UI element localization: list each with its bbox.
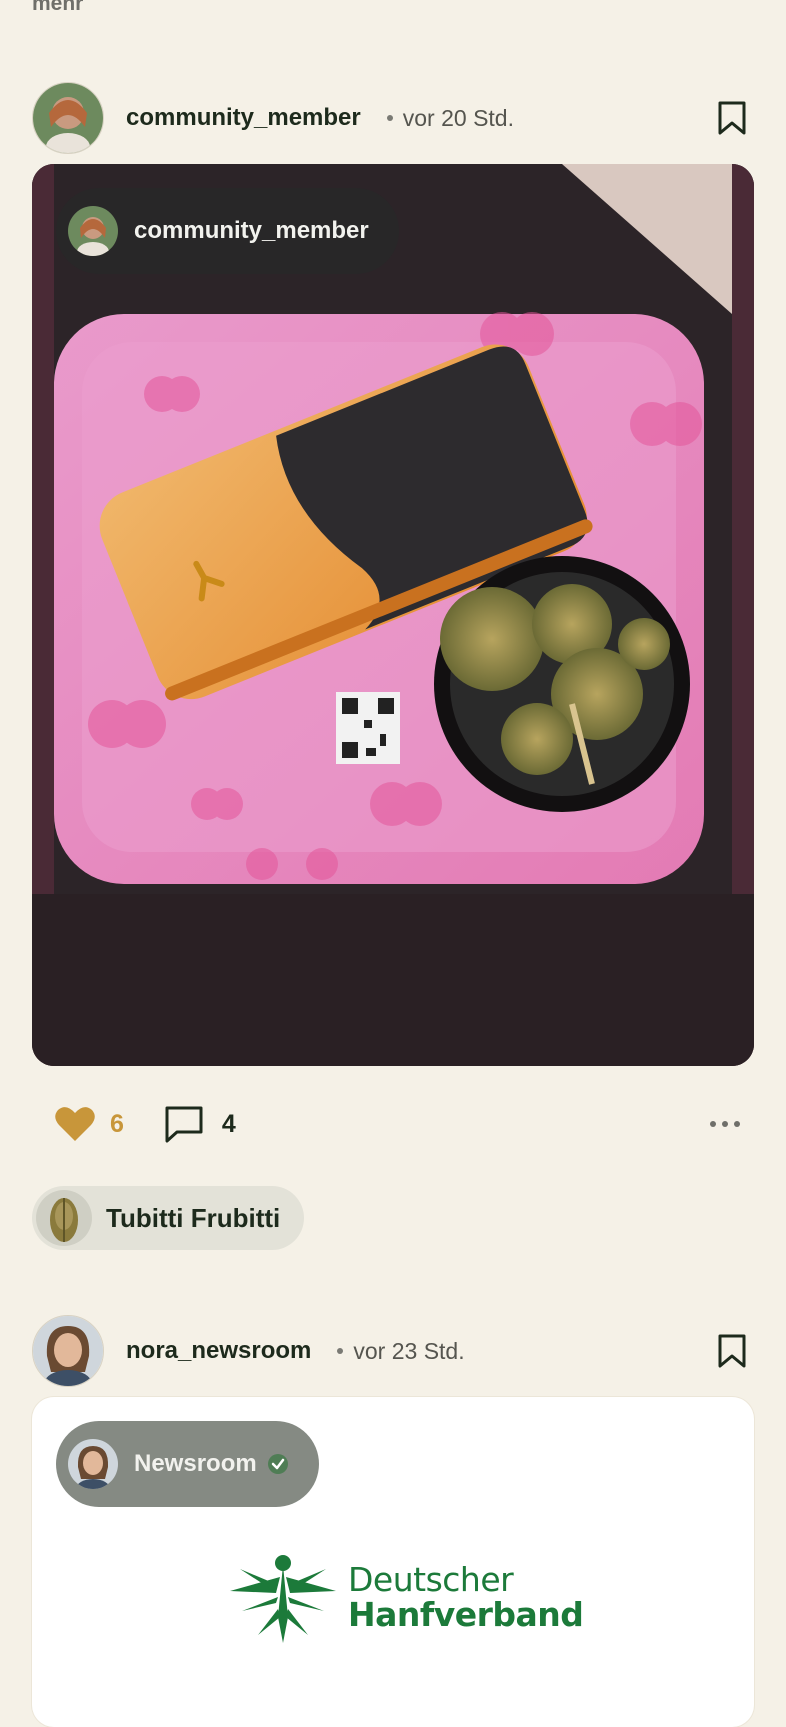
photo-illustration [32,164,754,1066]
dhv-logo: Deutscher Hanfverband [228,1547,584,1647]
bookmark-icon [718,101,746,135]
bookmark-button[interactable] [710,1329,754,1373]
post-username[interactable]: community_member [126,104,361,132]
heart-icon [55,1107,95,1141]
comment-count: 4 [221,1109,236,1138]
hemp-eagle-icon [230,1555,336,1643]
strain-name: Tubitti Frubitti [106,1202,281,1233]
bookmark-icon [718,1334,746,1368]
chip-username: community_member [134,217,369,244]
separator-dot [337,1348,344,1354]
strain-thumbnail [36,1190,92,1246]
strain-tag[interactable]: Tubitti Frubitti [32,1186,305,1250]
more-dots-icon [710,1121,740,1127]
post-header: nora_newsroom vor 23 Std. [32,1315,754,1387]
avatar[interactable] [32,82,104,154]
post-image[interactable]: Newsroom Deutscher Hanfverband [32,1397,754,1727]
logo-line-1: Deutscher [348,1560,514,1599]
avatar[interactable] [32,1315,104,1387]
separator-dot [386,115,393,121]
verified-check-icon [267,1454,288,1474]
author-chip[interactable]: Newsroom [56,1421,319,1507]
more-link[interactable]: mehr [32,0,83,16]
like-count: 6 [110,1109,124,1138]
like-button[interactable]: 6 [54,1105,124,1143]
post-image[interactable]: community_member [32,164,754,1066]
comment-button[interactable]: 4 [164,1105,236,1143]
logo-wordmark: Deutscher Hanfverband [348,1560,584,1634]
more-options-button[interactable] [708,1112,742,1136]
post-actions: 6 4 [32,1094,754,1154]
logo-line-2: Hanfverband [348,1595,584,1634]
chip-avatar [68,1439,118,1489]
author-chip[interactable]: community_member [56,188,399,274]
chip-avatar [68,206,118,256]
bookmark-button[interactable] [710,96,754,140]
post-username[interactable]: nora_newsroom [126,1337,311,1365]
post-timestamp: vor 20 Std. [402,104,514,131]
chip-username: Newsroom [134,1450,257,1477]
comment-icon [165,1106,203,1143]
post-timestamp: vor 23 Std. [353,1337,465,1364]
post-header: community_member vor 20 Std. [32,82,754,154]
